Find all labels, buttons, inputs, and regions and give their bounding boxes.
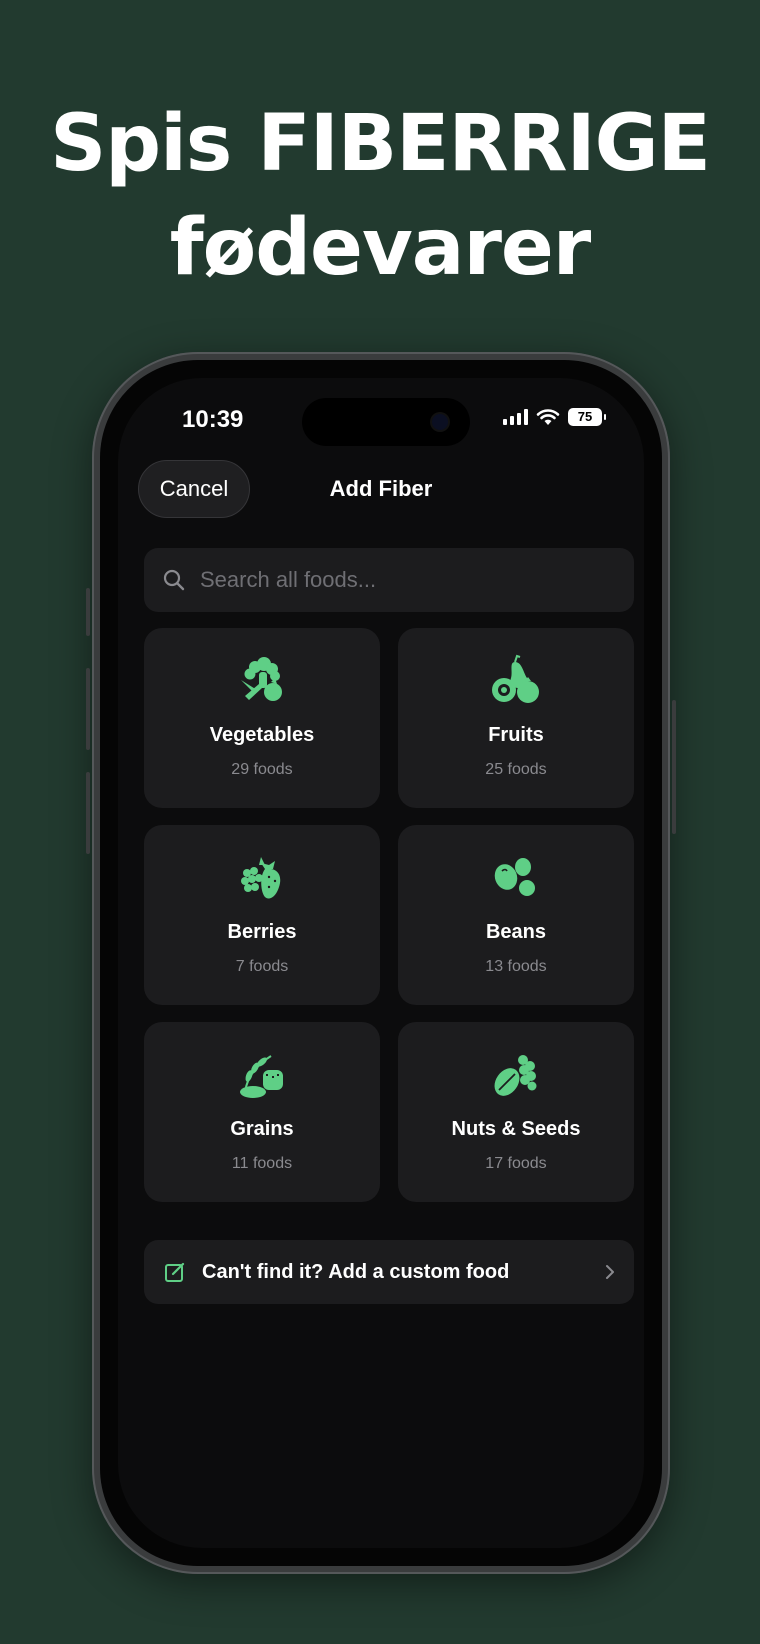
- headline-line-1: Spis FIBERRIGE: [50, 99, 711, 189]
- category-card-grains[interactable]: Grains 11 foods: [144, 1022, 380, 1202]
- category-count: 13 foods: [485, 958, 547, 975]
- dynamic-island: [302, 398, 470, 446]
- category-count: 7 foods: [235, 958, 289, 975]
- headline-line-2: fødevarer: [169, 203, 592, 293]
- category-name: Nuts & Seeds: [451, 1118, 581, 1140]
- status-indicators: 75: [503, 408, 606, 426]
- category-grid: Vegetables 29 foods Fruits 25 foods Berr…: [144, 628, 634, 1202]
- category-count: 17 foods: [485, 1155, 547, 1172]
- category-card-vegetables[interactable]: Vegetables 29 foods: [144, 628, 380, 808]
- category-card-fruits[interactable]: Fruits 25 foods: [398, 628, 634, 808]
- beans-icon: [494, 858, 535, 896]
- category-card-berries[interactable]: Berries 7 foods: [144, 825, 380, 1005]
- category-card-nuts-seeds[interactable]: Nuts & Seeds 17 foods: [398, 1022, 634, 1202]
- vegetables-icon: [241, 657, 282, 701]
- category-name: Grains: [230, 1118, 294, 1140]
- category-name: Berries: [227, 921, 297, 943]
- camera-icon: [432, 414, 448, 430]
- wifi-icon: [536, 409, 560, 425]
- edit-icon: [165, 1262, 185, 1282]
- add-custom-food-button[interactable]: Can't find it? Add a custom food: [144, 1240, 634, 1304]
- promo-headline: Spis FIBERRIGE fødevarer: [0, 92, 760, 300]
- status-time: 10:39: [182, 406, 244, 433]
- grains-icon: [240, 1055, 283, 1098]
- cellular-signal-icon: [503, 409, 528, 425]
- power-button: [672, 700, 676, 834]
- chevron-right-icon: [606, 1265, 614, 1279]
- category-count: 29 foods: [231, 761, 293, 778]
- page-title: Add Fiber: [329, 476, 433, 501]
- category-name: Fruits: [488, 724, 544, 746]
- volume-up-button: [86, 668, 90, 750]
- category-count: 25 foods: [485, 761, 547, 778]
- app-screen: 10:39 75 Cancel Add Fiber Search all foo…: [118, 378, 644, 1548]
- category-card-beans[interactable]: Beans 13 foods: [398, 825, 634, 1005]
- action-button: [86, 588, 90, 636]
- fruits-icon: [492, 654, 539, 703]
- nuts-seeds-icon: [494, 1055, 537, 1096]
- search-icon: [163, 569, 185, 591]
- search-input[interactable]: Search all foods...: [144, 548, 634, 612]
- category-count: 11 foods: [231, 1155, 293, 1172]
- custom-food-label: Can't find it? Add a custom food: [202, 1260, 510, 1283]
- category-name: Beans: [485, 921, 547, 943]
- berries-icon: [241, 857, 281, 899]
- search-placeholder: Search all foods...: [200, 567, 377, 592]
- battery-indicator: 75: [568, 408, 606, 426]
- phone-frame: 10:39 75 Cancel Add Fiber Search all foo…: [86, 352, 676, 1574]
- category-name: Vegetables: [209, 724, 315, 746]
- volume-down-button: [86, 772, 90, 854]
